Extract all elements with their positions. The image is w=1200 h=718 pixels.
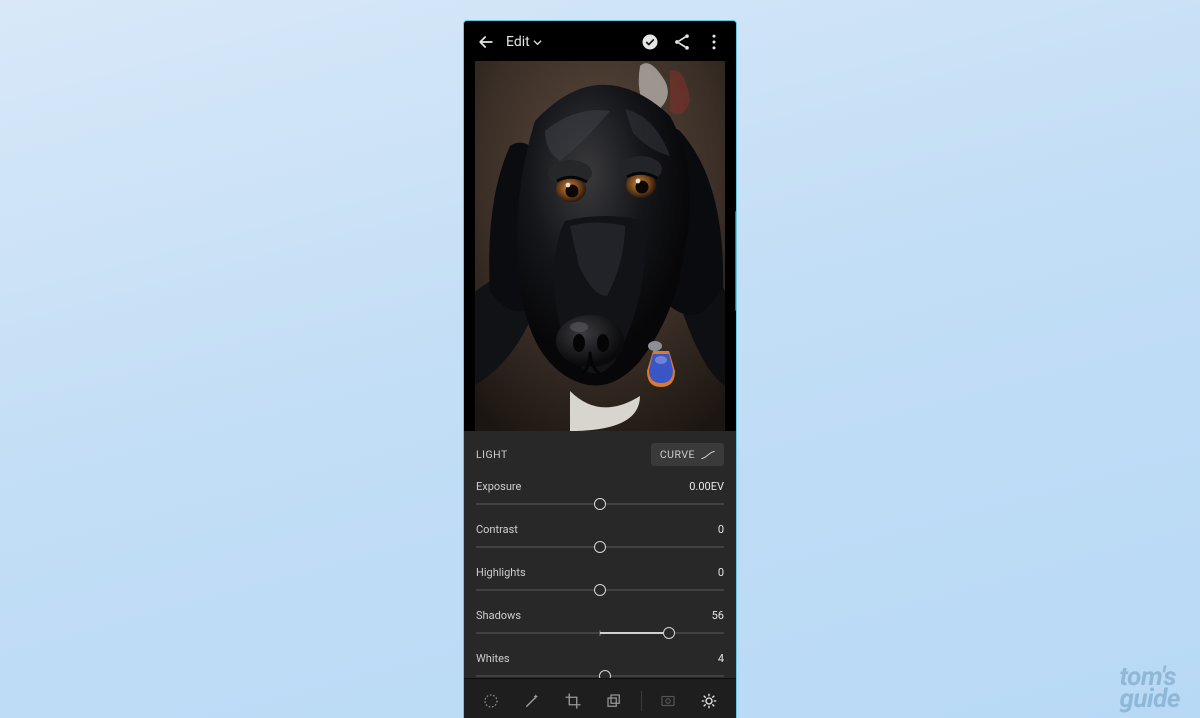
versions-tool[interactable] [599,686,629,716]
slider-shadows: Shadows 56 [476,609,724,640]
watermark: tom's guide [1119,667,1180,710]
curve-button[interactable]: CURVE [651,443,724,466]
slider-label: Shadows [476,609,521,622]
slider-thumb[interactable] [594,584,606,596]
masking-tool [653,686,683,716]
slider-contrast: Contrast 0 [476,523,724,554]
slider-track[interactable] [476,540,724,554]
chevron-down-icon [533,38,542,47]
arrow-left-icon [476,32,496,52]
slider-exposure: Exposure 0.00EV [476,480,724,511]
more-button[interactable] [702,30,726,54]
bottom-toolbar [464,678,736,718]
slider-value: 0 [718,523,724,536]
toolbar-separator [641,691,642,711]
light-panel: LIGHT CURVE Exposure0.00EVContrast0Highl… [464,431,736,678]
slider-thumb[interactable] [594,541,606,553]
slider-highlights: Highlights 0 [476,566,724,597]
slider-value: 4 [718,652,724,665]
slider-value: 0.00EV [689,480,724,493]
slider-label: Whites [476,652,510,665]
circle-dots-icon [482,692,500,710]
share-icon [672,32,692,52]
share-button[interactable] [670,30,694,54]
slider-label: Highlights [476,566,526,579]
mode-dropdown[interactable]: Edit [506,34,542,50]
slider-thumb[interactable] [663,627,675,639]
slider-label: Exposure [476,480,521,493]
presets-tool[interactable] [476,686,506,716]
sliders-container: Exposure 0.00EV Contrast 0 Highlights 0 Shadow… [476,480,724,678]
slider-whites: Whites 4 [476,652,724,678]
slider-track[interactable] [476,669,724,678]
back-button[interactable] [474,30,498,54]
curve-icon [701,450,715,460]
stack-icon [605,692,623,710]
photo-preview[interactable] [475,61,725,431]
mask-icon [659,692,677,710]
panel-header: LIGHT CURVE [476,443,724,466]
light-tool[interactable] [694,686,724,716]
watermark-line2: guide [1119,689,1180,710]
phone-side-handle [735,211,737,311]
phone-frame: Edit [463,20,737,718]
crop-tool[interactable] [558,686,588,716]
curve-label: CURVE [660,448,695,461]
slider-track[interactable] [476,497,724,511]
more-vertical-icon [704,32,724,52]
mode-label: Edit [506,34,530,50]
wand-icon [523,692,541,710]
slider-track[interactable] [476,583,724,597]
sun-icon [700,692,718,710]
app-header: Edit [464,21,736,63]
healing-tool[interactable] [517,686,547,716]
slider-label: Contrast [476,523,518,536]
slider-track[interactable] [476,626,724,640]
slider-value: 56 [712,609,724,622]
slider-thumb[interactable] [594,498,606,510]
check-circle-icon [640,32,660,52]
confirm-button[interactable] [638,30,662,54]
panel-title: LIGHT [476,448,508,461]
slider-value: 0 [718,566,724,579]
slider-thumb[interactable] [599,670,611,678]
crop-icon [564,692,582,710]
